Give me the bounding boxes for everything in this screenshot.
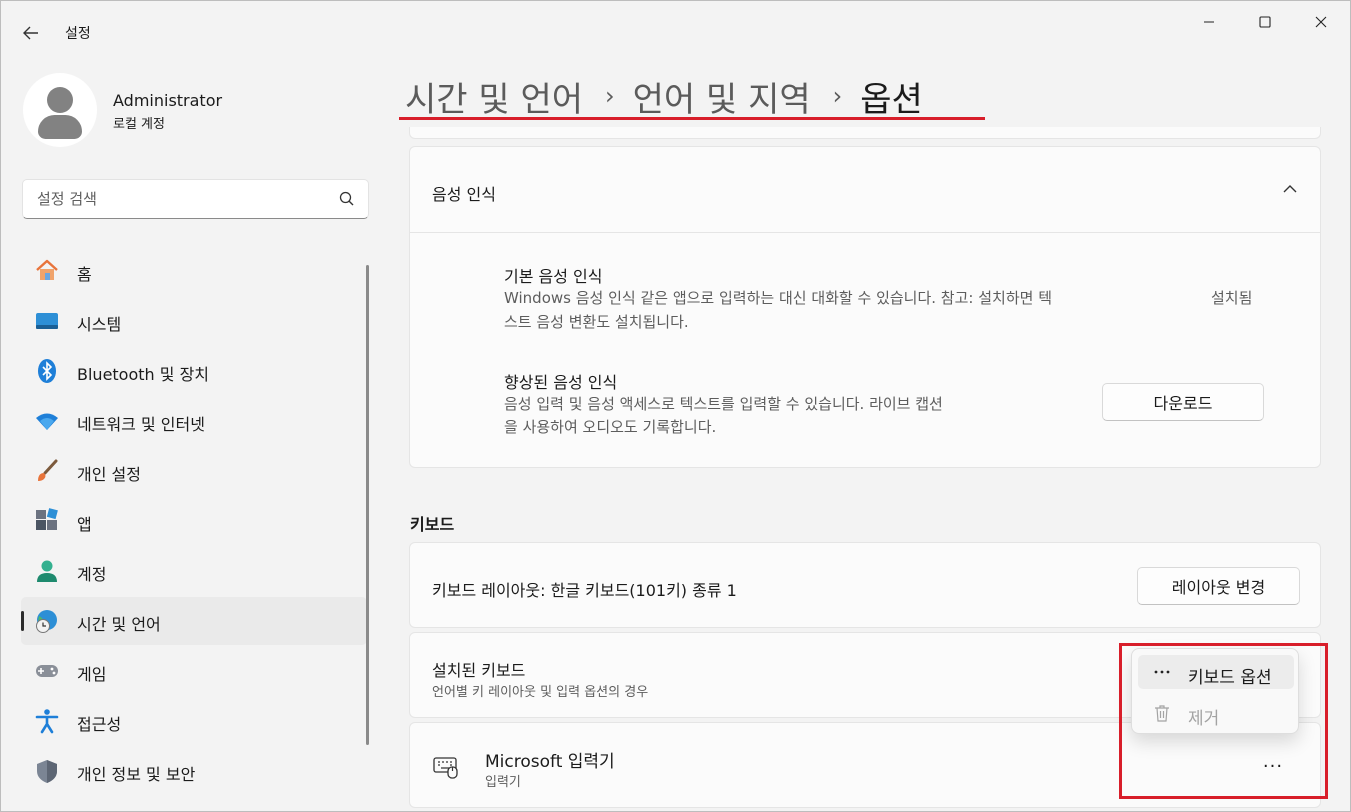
wifi-icon <box>34 408 60 434</box>
breadcrumb-item-time-language[interactable]: 시간 및 언어 <box>405 72 583 121</box>
avatar <box>23 73 97 147</box>
sidebar-item-label: 개인 정보 및 보안 <box>77 765 196 784</box>
sidebar-item-system[interactable]: 시스템 <box>21 297 367 345</box>
annotation-underline <box>399 117 985 120</box>
previous-card-edge <box>409 127 1321 139</box>
keyboard-icon <box>433 757 458 779</box>
keyboard-section-title: 키보드 <box>410 515 455 534</box>
breadcrumb-separator-icon: › <box>605 82 615 110</box>
gaming-icon <box>34 658 60 684</box>
breadcrumb-item-language-region[interactable]: 언어 및 지역 <box>633 72 811 121</box>
search-input[interactable] <box>23 180 323 218</box>
sidebar-item-personalization[interactable]: 개인 설정 <box>21 447 367 495</box>
basic-speech-status: 설치됨 <box>1211 289 1253 307</box>
sidebar-item-label: 개인 설정 <box>77 465 141 484</box>
installed-keyboards-subtitle: 언어별 키 레이아웃 및 입력 옵션의 경우 <box>432 685 649 700</box>
brush-icon <box>34 458 60 484</box>
enhanced-speech-title: 향상된 음성 인식 <box>504 373 618 392</box>
sidebar-item-label: 시간 및 언어 <box>77 615 161 634</box>
speech-recognition-header[interactable]: 음성 인식 <box>410 147 1320 233</box>
home-icon <box>34 258 60 284</box>
time-language-icon <box>34 608 60 634</box>
installed-keyboards-title: 설치된 키보드 <box>432 661 526 680</box>
breadcrumb-separator-icon: › <box>832 82 843 110</box>
sidebar-item-label: 앱 <box>77 515 92 534</box>
basic-speech-desc-line2: 스트 음성 변환도 설치됩니다. <box>504 313 689 331</box>
system-icon <box>34 308 60 334</box>
sidebar-item-gaming[interactable]: 게임 <box>21 647 367 695</box>
selection-indicator <box>21 611 24 631</box>
speech-recognition-card: 음성 인식 기본 음성 인식 Windows 음성 인식 같은 앱으로 입력하는… <box>409 146 1321 468</box>
sidebar-item-time-language[interactable]: 시간 및 언어 <box>21 597 367 645</box>
sidebar-item-label: 계정 <box>77 565 107 584</box>
minimize-button[interactable] <box>1187 9 1231 35</box>
profile-account-type: 로컬 계정 <box>113 117 165 132</box>
sidebar-item-label: 네트워크 및 인터넷 <box>77 415 205 434</box>
download-button[interactable]: 다운로드 <box>1102 383 1264 421</box>
sidebar-item-apps[interactable]: 앱 <box>21 497 367 545</box>
minimize-icon <box>1204 21 1214 23</box>
sidebar-item-bluetooth[interactable]: Bluetooth 및 장치 <box>21 347 367 395</box>
apps-icon <box>34 508 60 534</box>
page-title: 옵션 <box>860 79 923 120</box>
sidebar-scrollbar[interactable] <box>366 265 369 745</box>
enhanced-speech-desc-line2: 을 사용하여 오디오도 기록합니다. <box>504 418 717 436</box>
ime-subtitle: 입력기 <box>485 775 521 790</box>
close-icon <box>1315 16 1327 28</box>
maximize-button[interactable] <box>1243 9 1287 35</box>
sidebar-item-privacy[interactable]: 개인 정보 및 보안 <box>21 747 367 795</box>
ime-title: Microsoft 입력기 <box>485 752 615 772</box>
sidebar-item-label: 게임 <box>77 665 107 684</box>
breadcrumb: 시간 및 언어 › 언어 및 지역 › 옵션 <box>405 71 923 121</box>
account-icon <box>34 558 60 584</box>
basic-speech-desc: Windows 음성 인식 같은 앱으로 입력하는 대신 대화할 수 있습니다.… <box>504 289 1052 307</box>
sidebar-nav: 홈 시스템 Bluetooth 및 장치 네트워크 및 인터넷 개인 설정 앱 <box>21 247 367 797</box>
back-button[interactable] <box>19 21 43 45</box>
profile-name: Administrator <box>113 91 223 110</box>
enhanced-speech-desc: 음성 입력 및 음성 액세스로 텍스트를 입력할 수 있습니다. 라이브 캡션 <box>504 395 943 413</box>
sidebar-item-label: Bluetooth 및 장치 <box>77 365 210 384</box>
sidebar-item-home[interactable]: 홈 <box>21 247 367 295</box>
maximize-icon <box>1259 16 1271 28</box>
sidebar-item-label: 홈 <box>77 265 92 284</box>
search-icon <box>339 191 354 206</box>
close-button[interactable] <box>1299 9 1343 35</box>
sidebar-item-network[interactable]: 네트워크 및 인터넷 <box>21 397 367 445</box>
settings-search[interactable] <box>22 179 369 219</box>
accessibility-icon <box>34 708 60 734</box>
speech-recognition-title: 음성 인식 <box>432 185 496 204</box>
change-layout-button[interactable]: 레이아웃 변경 <box>1137 567 1300 605</box>
sidebar-item-accounts[interactable]: 계정 <box>21 547 367 595</box>
bluetooth-icon <box>34 358 60 384</box>
annotation-highlight-box <box>1119 643 1328 799</box>
chevron-up-icon <box>1283 185 1297 193</box>
shield-icon <box>34 758 60 784</box>
app-title: 설정 <box>65 26 91 42</box>
sidebar-item-label: 접근성 <box>77 715 122 734</box>
sidebar-item-accessibility[interactable]: 접근성 <box>21 697 367 745</box>
keyboard-layout-text: 키보드 레이아웃: 한글 키보드(101키) 종류 1 <box>432 581 737 600</box>
basic-speech-title: 기본 음성 인식 <box>504 267 603 286</box>
sidebar-item-label: 시스템 <box>77 315 122 334</box>
title-bar: 설정 <box>1 1 1351 63</box>
back-arrow-icon <box>23 26 38 40</box>
keyboard-layout-card: 키보드 레이아웃: 한글 키보드(101키) 종류 1 레이아웃 변경 <box>409 542 1321 628</box>
